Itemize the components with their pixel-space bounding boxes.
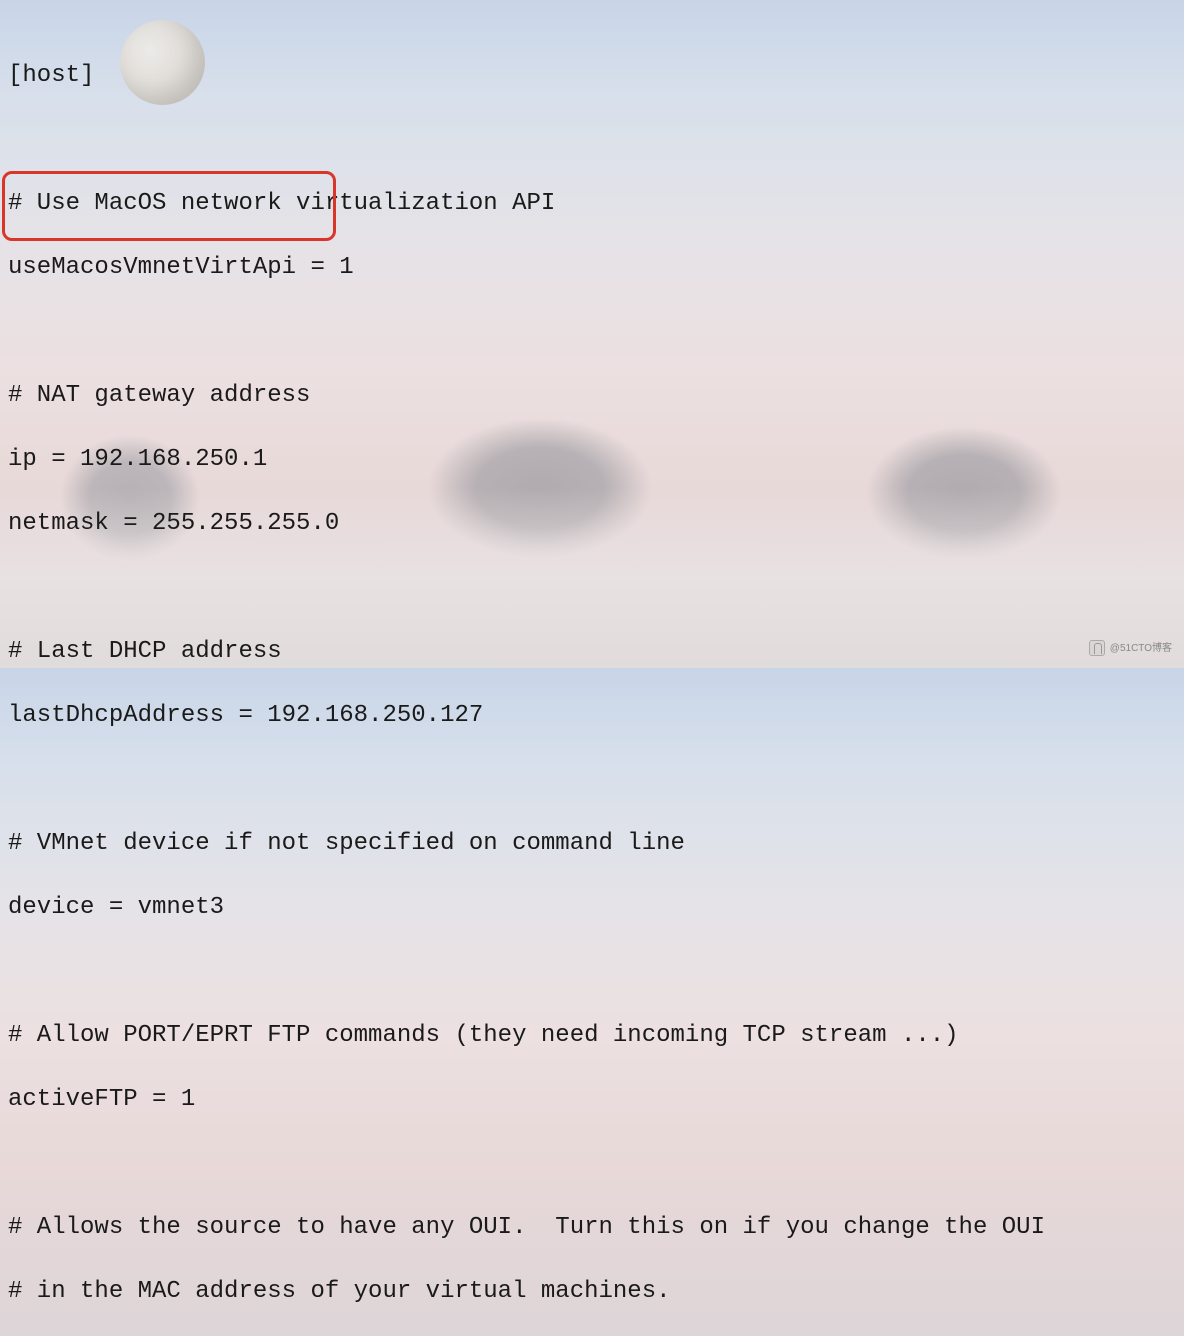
blank-line xyxy=(8,572,1176,604)
setting-ip: ip = 192.168.250.1 xyxy=(8,444,1176,476)
blank-line xyxy=(8,764,1176,796)
comment-vmnet-device: # VMnet device if not specified on comma… xyxy=(8,828,1176,860)
comment-any-oui-line1: # Allows the source to have any OUI. Tur… xyxy=(8,1212,1176,1244)
watermark-icon xyxy=(1089,640,1105,656)
config-file-text: [host] # Use MacOS network virtualizatio… xyxy=(0,0,1184,1336)
comment-virt-api: # Use MacOS network virtualization API xyxy=(8,188,1176,220)
setting-device: device = vmnet3 xyxy=(8,892,1176,924)
blank-line xyxy=(8,316,1176,348)
blank-line xyxy=(8,1148,1176,1180)
comment-nat-gateway: # NAT gateway address xyxy=(8,380,1176,412)
comment-last-dhcp: # Last DHCP address xyxy=(8,636,1176,668)
blank-line xyxy=(8,124,1176,156)
section-header: [host] xyxy=(8,60,1176,92)
setting-active-ftp: activeFTP = 1 xyxy=(8,1084,1176,1116)
setting-virt-api: useMacosVmnetVirtApi = 1 xyxy=(8,252,1176,284)
comment-active-ftp: # Allow PORT/EPRT FTP commands (they nee… xyxy=(8,1020,1176,1052)
watermark: @51CTO博客 xyxy=(1089,633,1172,665)
blank-line xyxy=(8,956,1176,988)
setting-netmask: netmask = 255.255.255.0 xyxy=(8,508,1176,540)
comment-any-oui-line2: # in the MAC address of your virtual mac… xyxy=(8,1276,1176,1308)
watermark-text: @51CTO博客 xyxy=(1110,643,1172,654)
setting-last-dhcp: lastDhcpAddress = 192.168.250.127 xyxy=(8,700,1176,732)
